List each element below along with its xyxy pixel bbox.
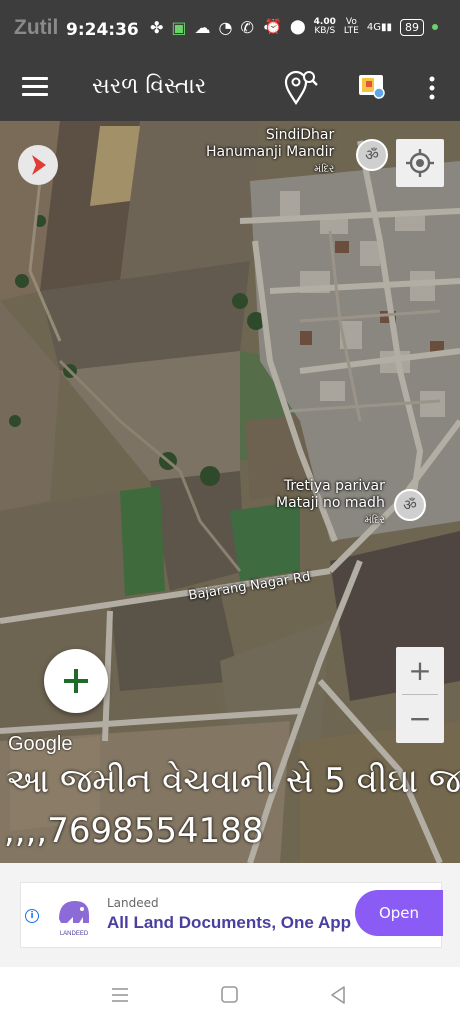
whatsapp-icon: ✆	[240, 18, 254, 37]
cloud-icon: ☁	[194, 18, 211, 37]
signal-icon: 4G▮▮	[366, 21, 392, 33]
alarm-icon: ⏰	[264, 19, 282, 35]
screen-recorder-watermark: Zutil	[14, 16, 59, 39]
temple-marker-icon[interactable]: ॐ	[394, 489, 426, 521]
listing-marquee-text: આ જમીન વેચવાની સે 5 વીઘા જ	[6, 761, 460, 801]
app-title: સરળ વિસ્તાર	[92, 74, 207, 99]
notification-icons: ✤ ▣ ☁ ◔ ✆ •	[150, 18, 271, 37]
alarm-app-icon: ◔	[218, 18, 233, 37]
plus-icon	[64, 669, 88, 693]
ad-info-icon[interactable]: i	[25, 909, 39, 923]
crosshair-icon	[406, 149, 434, 177]
system-icons: ⏰ ⬤ 4.00 KB/S Vo LTE 4G▮▮ 89	[265, 18, 438, 36]
volte-icon: Vo LTE	[343, 17, 359, 36]
map-layers-icon[interactable]	[356, 72, 388, 102]
clock: 9:24:36	[66, 20, 139, 40]
listing-phone-number: ,,,,7698554188	[4, 811, 264, 851]
recents-menu-icon[interactable]	[110, 985, 130, 1005]
google-attribution: Google	[8, 733, 73, 755]
zoom-in-button[interactable]: +	[396, 647, 444, 694]
app-bar: સરળ વિસ્તાર	[0, 55, 460, 121]
battery-indicator: 89	[400, 18, 424, 36]
zoom-controls: + −	[396, 647, 444, 743]
svg-text:LANDEED: LANDEED	[60, 931, 89, 937]
network-speed: 4.00 KB/S	[313, 17, 336, 36]
system-nav-bar	[0, 967, 460, 1024]
poi-label-hanumanji-mandir[interactable]: SindiDhar Hanumanji Mandir મંદિર	[206, 127, 334, 178]
temple-marker-icon[interactable]: ॐ	[356, 139, 388, 171]
my-location-button[interactable]	[396, 139, 444, 187]
privacy-dot	[432, 24, 438, 30]
poi-label-mataji-no-madh[interactable]: Tretiya parivar Mataji no madh મંદિર	[276, 478, 385, 529]
location-icon: ⬤	[290, 19, 306, 35]
search-location-icon[interactable]	[284, 69, 320, 107]
ad-area: i LANDEED Landeed All Land Documents, On…	[0, 863, 460, 967]
home-button-icon[interactable]	[220, 985, 240, 1005]
back-button-icon[interactable]	[328, 985, 348, 1005]
more-options-icon[interactable]	[424, 75, 440, 101]
zoom-out-button[interactable]: −	[396, 695, 444, 742]
ad-banner[interactable]: i LANDEED Landeed All Land Documents, On…	[20, 882, 443, 948]
compass-icon[interactable]	[18, 145, 58, 185]
ad-headline: All Land Documents, One App	[107, 913, 351, 932]
hamburger-menu-icon[interactable]	[22, 77, 48, 97]
app-notification-icon: ✤	[150, 18, 164, 37]
sms-icon: ▣	[171, 18, 187, 37]
add-button[interactable]	[44, 649, 108, 713]
satellite-map[interactable]: SindiDhar Hanumanji Mandir મંદિર ॐ Treti…	[0, 121, 460, 863]
ad-open-button[interactable]: Open	[355, 890, 443, 936]
ad-brand: Landeed	[107, 896, 159, 910]
landeed-logo: LANDEED	[49, 889, 99, 939]
status-bar: Zutil 9:24:36 ✤ ▣ ☁ ◔ ✆ • ⏰ ⬤ 4.00 KB/S V…	[0, 0, 460, 55]
